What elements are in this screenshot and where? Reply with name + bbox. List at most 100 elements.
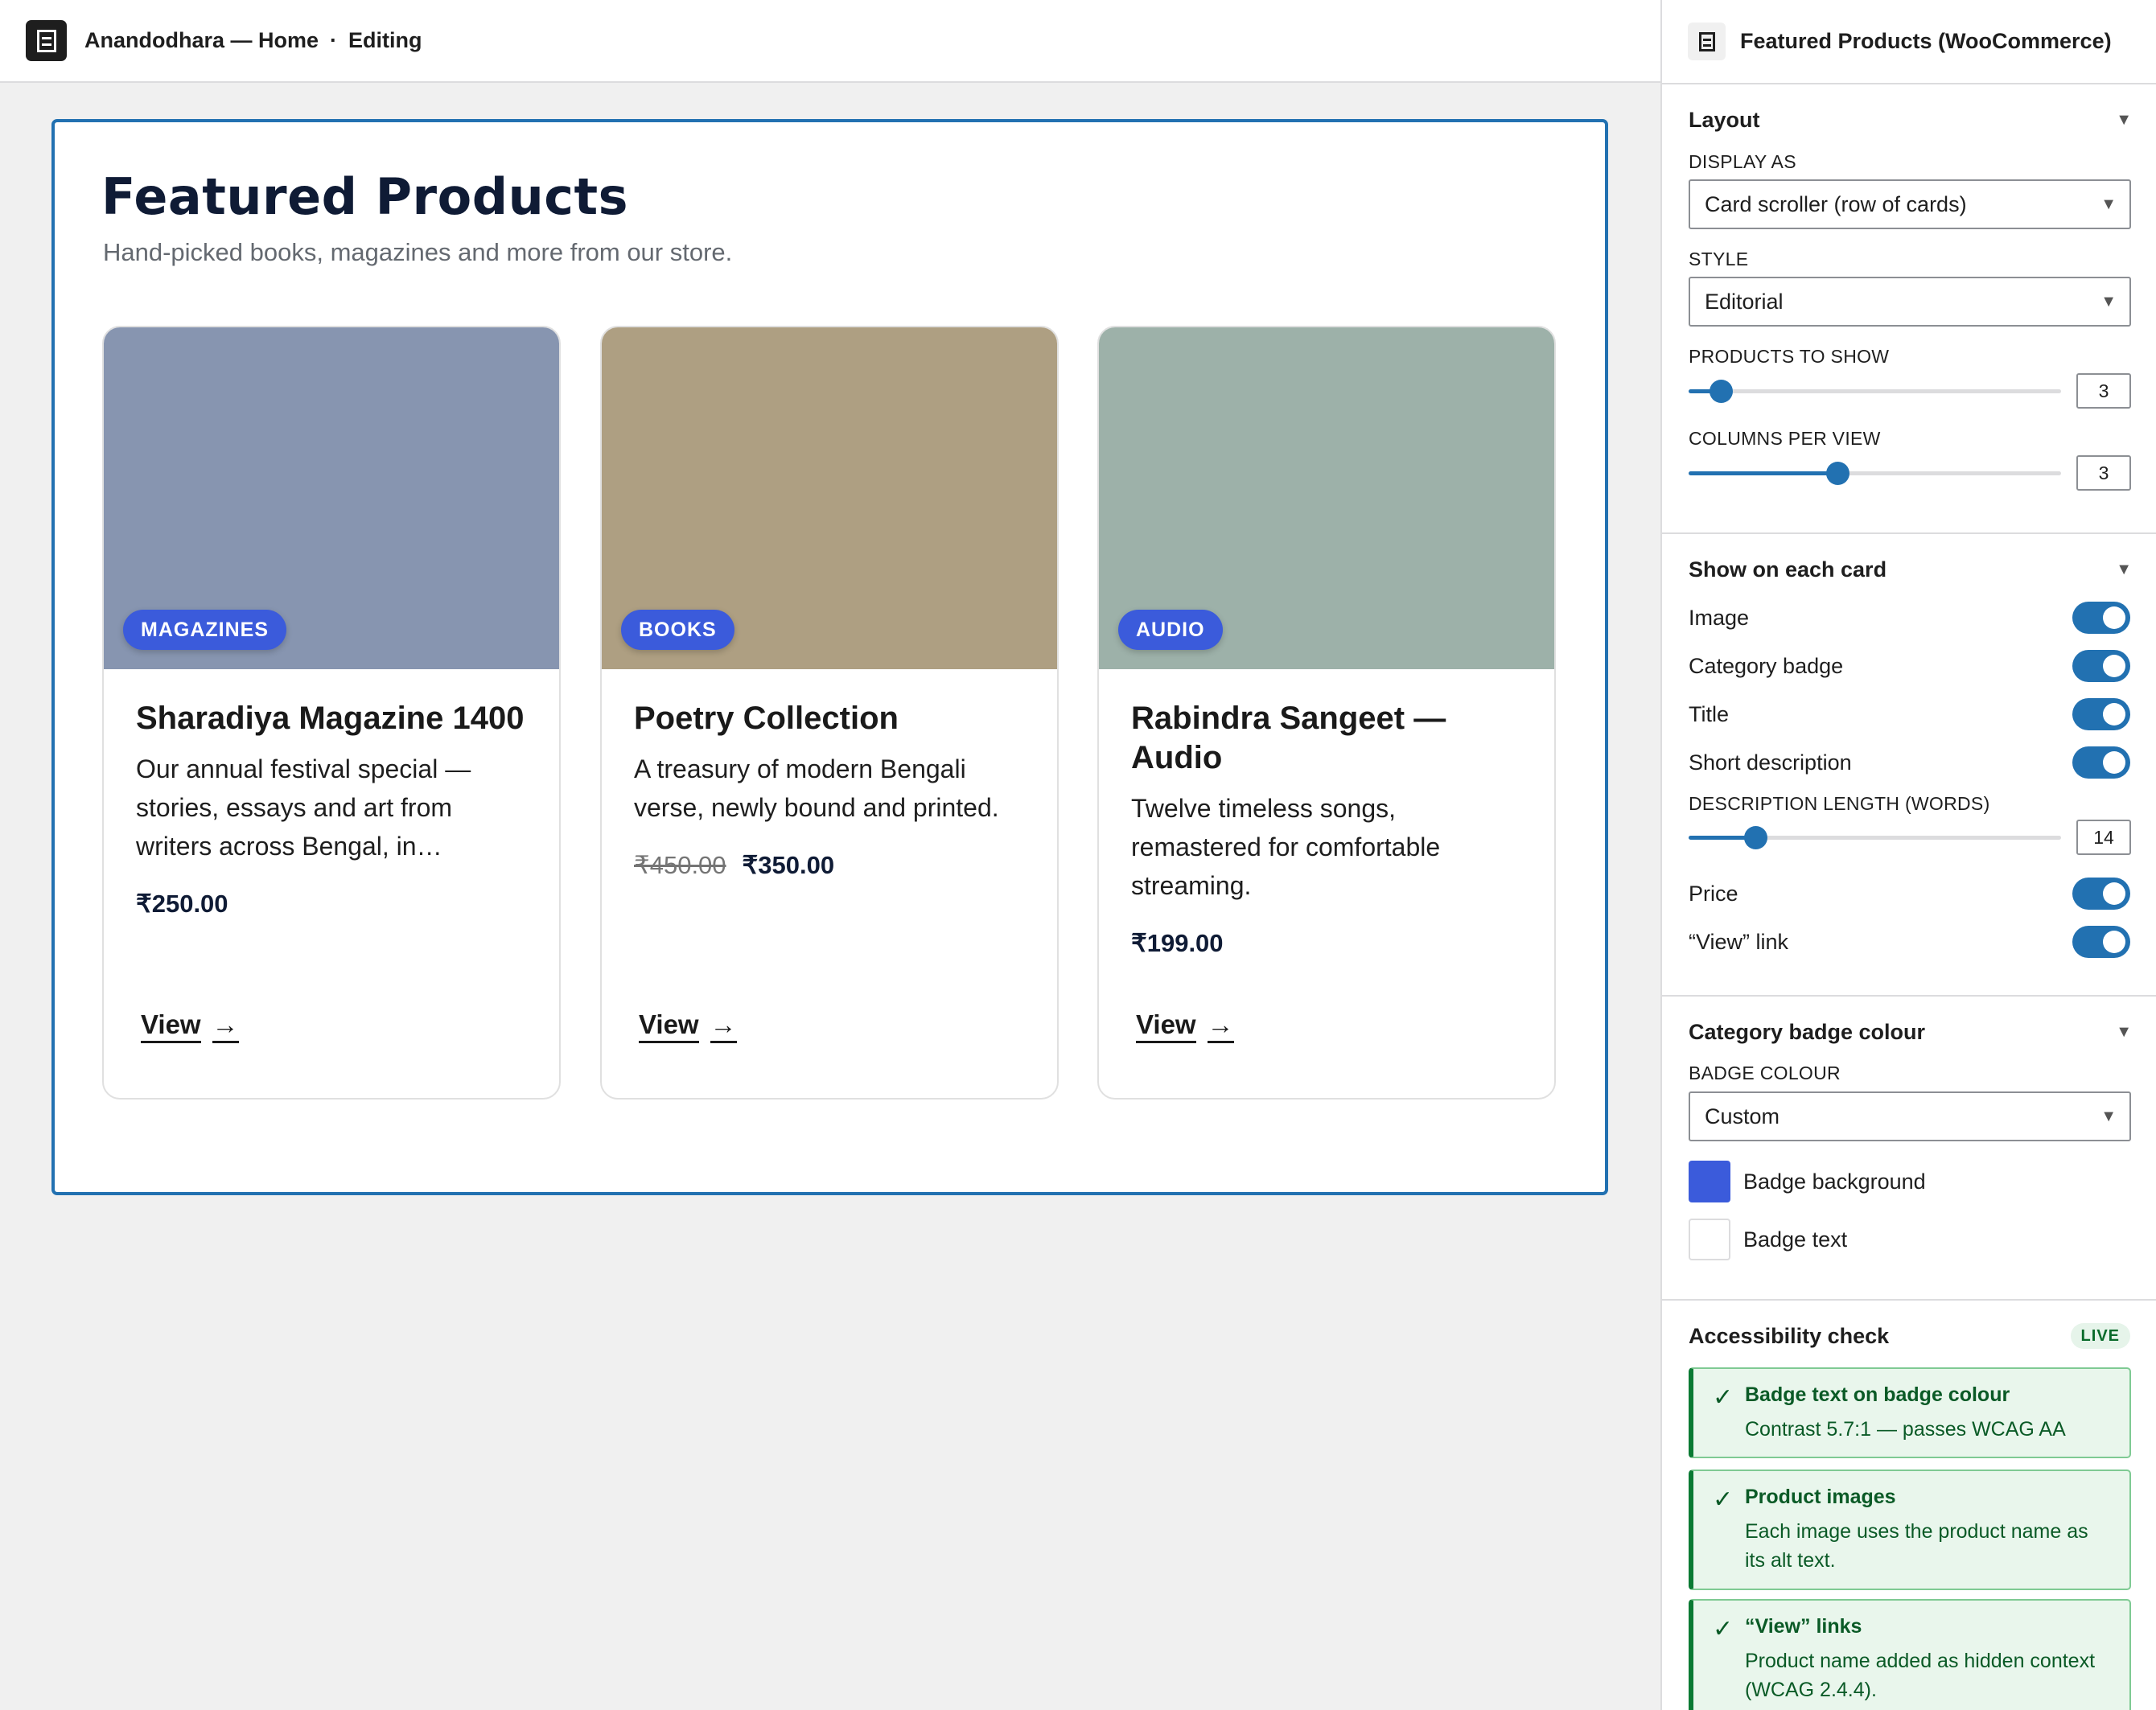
view-link-label: View	[1136, 1009, 1196, 1043]
view-link-label: View	[639, 1009, 699, 1043]
price-current: ₹250.00	[136, 889, 228, 918]
category-badge-toggle[interactable]	[2072, 650, 2130, 682]
chevron-down-icon: ▼	[2100, 195, 2117, 213]
product-title: Sharadiya Magazine 1400	[136, 701, 525, 736]
display-as-select[interactable]: Card scroller (row of cards) ▼	[1689, 179, 2131, 229]
sidebar-header: Featured Products (WooCommerce)	[1662, 0, 2156, 84]
products-to-show-slider[interactable]	[1689, 379, 2061, 403]
slider-thumb[interactable]	[1744, 826, 1768, 849]
toggle-label: Short description	[1689, 750, 1852, 775]
chevron-down-icon: ▼	[2100, 292, 2117, 310]
price-current: ₹350.00	[742, 850, 835, 879]
product-price: ₹250.00	[136, 890, 530, 919]
panel-badge-colour: Category badge colour ▼ BADGE COLOUR Cus…	[1662, 997, 2156, 1301]
panel-layout-toggle[interactable]: Layout ▼	[1689, 104, 2132, 136]
panel-title: Show on each card	[1689, 557, 1887, 582]
sidebar-title: Featured Products (WooCommerce)	[1740, 29, 2112, 53]
columns-per-view-slider[interactable]	[1689, 461, 2061, 485]
badge-colour-select[interactable]: Custom ▼	[1689, 1091, 2131, 1141]
panel-badge-colour-toggle[interactable]: Category badge colour ▼	[1689, 1016, 2132, 1048]
columns-per-view-label: COLUMNS PER VIEW	[1689, 428, 1881, 449]
category-badge: MAGAZINES	[123, 610, 286, 650]
badge-background-swatch[interactable]	[1689, 1161, 1730, 1202]
product-title: Poetry Collection	[634, 701, 899, 736]
editing-status: Editing	[348, 28, 422, 52]
check-title: Product images	[1745, 1486, 1896, 1508]
badge-colour-label: BADGE COLOUR	[1689, 1063, 1841, 1083]
description-length-label: DESCRIPTION LENGTH (WORDS)	[1689, 793, 1990, 814]
view-link[interactable]: View →	[1136, 1009, 1234, 1043]
swatch-label: Badge background	[1743, 1169, 1926, 1194]
description-length-slider[interactable]	[1689, 825, 2061, 849]
product-description: A treasury of modern Bengali verse, newl…	[634, 754, 999, 822]
live-badge: LIVE	[2070, 1323, 2130, 1349]
products-to-show-input[interactable]: 3	[2076, 373, 2131, 409]
view-link-toggle[interactable]	[2072, 926, 2130, 958]
swatch-label: Badge text	[1743, 1227, 1848, 1252]
view-link-label: View	[141, 1009, 201, 1043]
breadcrumb-separator: ·	[330, 28, 338, 52]
check-detail: Contrast 5.7:1 — passes WCAG AA	[1745, 1418, 2066, 1441]
block-title: Featured Products	[101, 167, 629, 226]
price-toggle[interactable]	[2072, 878, 2130, 910]
style-value: Editorial	[1705, 289, 1784, 314]
check-icon: ✓	[1713, 1383, 1734, 1412]
panel-title: Layout	[1689, 107, 1760, 132]
block-settings-sidebar: Featured Products (WooCommerce) Layout ▼…	[1660, 0, 2156, 1710]
editor-topbar: Anandodhara — Home · Editing	[0, 0, 1660, 83]
badge-text-swatch[interactable]	[1689, 1219, 1730, 1260]
display-as-value: Card scroller (row of cards)	[1705, 191, 1967, 216]
product-price: ₹199.00	[1131, 929, 1525, 958]
slider-thumb[interactable]	[1826, 462, 1850, 485]
product-price: ₹450.00 ₹350.00	[634, 851, 1028, 880]
toggle-row-short-description: Short description	[1689, 745, 2130, 780]
check-icon: ✓	[1713, 1486, 1734, 1514]
document-icon	[1688, 23, 1726, 60]
style-select[interactable]: Editorial ▼	[1689, 277, 2131, 327]
toggle-label: Category badge	[1689, 653, 1844, 678]
document-icon[interactable]	[26, 20, 67, 61]
panel-title: Category badge colour	[1689, 1019, 1926, 1044]
price-current: ₹199.00	[1131, 928, 1224, 957]
short-description-toggle[interactable]	[2072, 746, 2130, 779]
a11y-check-item: ✓ Product images Each image uses the pro…	[1689, 1470, 2131, 1590]
panel-accessibility: Accessibility check LIVE ✓ Badge text on…	[1662, 1301, 2156, 1710]
view-link[interactable]: View →	[639, 1009, 737, 1043]
toggle-row-price: Price	[1689, 876, 2130, 911]
panel-show-on-card-toggle[interactable]: Show on each card ▼	[1689, 553, 2132, 586]
style-label: STYLE	[1689, 249, 1749, 269]
arrow-right-icon: →	[710, 1009, 737, 1043]
check-title: “View” links	[1745, 1615, 1862, 1638]
arrow-right-icon: →	[212, 1009, 239, 1043]
chevron-down-icon: ▼	[2116, 560, 2132, 578]
slider-thumb[interactable]	[1710, 380, 1734, 403]
category-badge: AUDIO	[1118, 610, 1223, 650]
featured-products-block[interactable]: Featured Products Hand-picked books, mag…	[51, 119, 1608, 1195]
toggle-label: Title	[1689, 701, 1730, 726]
description-length-input[interactable]: 14	[2076, 820, 2131, 855]
product-description: Twelve timeless songs, remastered for co…	[1131, 793, 1441, 900]
columns-per-view-input[interactable]: 3	[2076, 455, 2131, 491]
product-description: Our annual festival special — stories, e…	[136, 754, 471, 861]
category-badge: BOOKS	[621, 610, 734, 650]
chevron-down-icon: ▼	[2116, 110, 2132, 129]
a11y-check-item: ✓ “View” links Product name added as hid…	[1689, 1599, 2131, 1710]
product-card: MAGAZINES Sharadiya Magazine 1400 Our an…	[102, 326, 561, 1100]
image-toggle[interactable]	[2072, 602, 2130, 634]
toggle-row-image: Image	[1689, 600, 2130, 635]
chevron-down-icon: ▼	[2116, 1022, 2132, 1041]
arrow-right-icon: →	[1207, 1009, 1234, 1043]
site-breadcrumb[interactable]: Anandodhara — Home	[84, 28, 319, 53]
title-toggle[interactable]	[2072, 698, 2130, 730]
view-link[interactable]: View →	[141, 1009, 239, 1043]
display-as-label: DISPLAY AS	[1689, 151, 1796, 172]
panel-title: Accessibility check	[1689, 1323, 1890, 1348]
toggle-row-view-link: “View” link	[1689, 924, 2130, 960]
check-icon: ✓	[1713, 1615, 1734, 1643]
a11y-check-item: ✓ Badge text on badge colour Contrast 5.…	[1689, 1367, 2131, 1459]
price-old: ₹450.00	[634, 850, 726, 879]
check-detail: Each image uses the product name as its …	[1745, 1520, 2088, 1572]
panel-layout: Layout ▼ DISPLAY AS Card scroller (row o…	[1662, 84, 2156, 534]
toggle-label: Image	[1689, 605, 1750, 630]
panel-accessibility-header: Accessibility check	[1689, 1320, 2132, 1352]
